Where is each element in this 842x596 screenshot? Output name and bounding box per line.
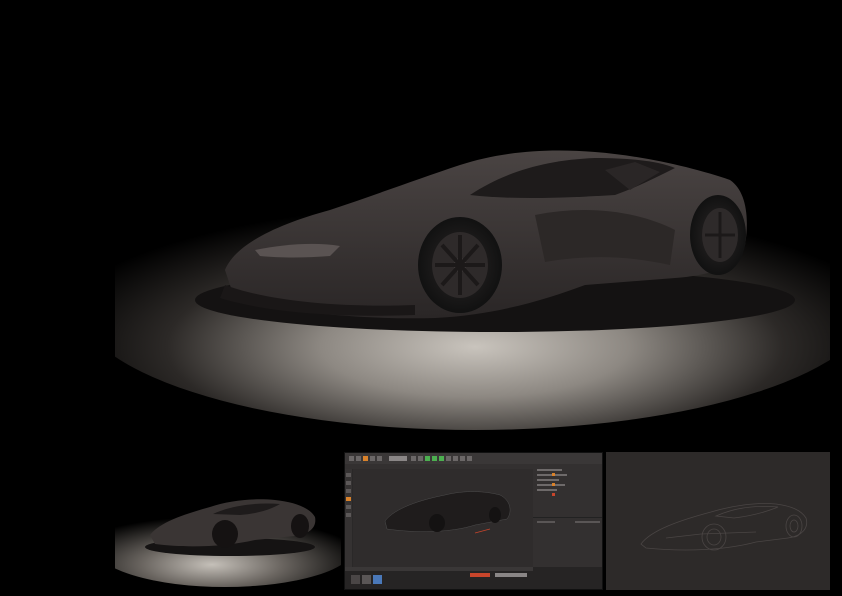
- small-car-render: [115, 452, 341, 590]
- thumbnail-render: [115, 452, 341, 590]
- rear-wheel: [690, 195, 746, 275]
- hero-render-panel: [115, 0, 830, 448]
- sketch-panel: [606, 452, 830, 590]
- hero-car-render: [115, 0, 830, 448]
- editor-screenshot: [344, 452, 603, 590]
- car-line-sketch: [606, 452, 830, 590]
- wheel-icon: [418, 217, 502, 313]
- editor-viewport: [345, 453, 602, 589]
